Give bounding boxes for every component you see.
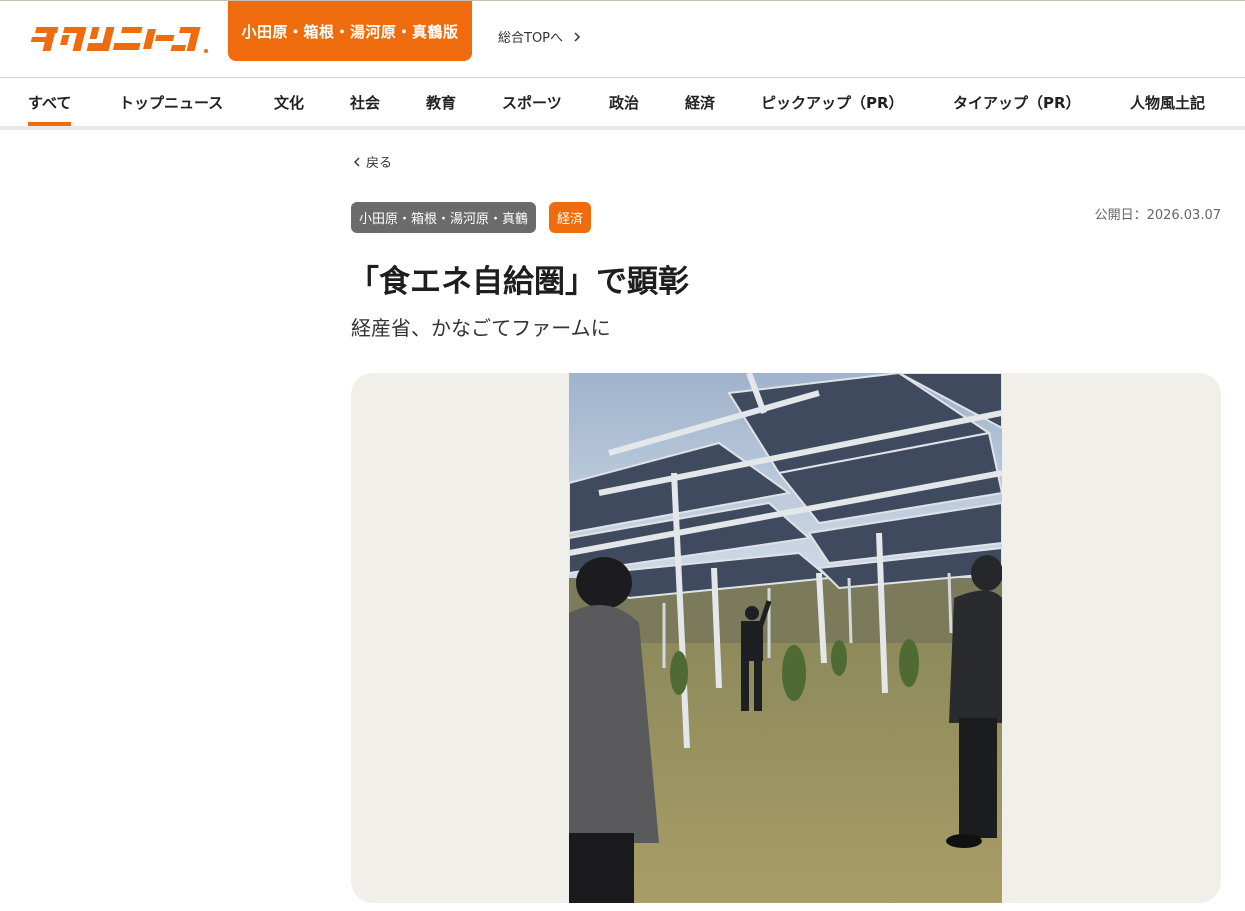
site-logo[interactable] xyxy=(28,21,210,55)
nav-item-culture[interactable]: 文化 xyxy=(274,78,304,126)
nav-label: 文化 xyxy=(274,93,305,112)
nav-label: タイアップ（PR） xyxy=(953,93,1081,112)
nav-label: 政治 xyxy=(609,93,640,112)
article-photo-frame xyxy=(351,373,1221,903)
nav-item-politics[interactable]: 政治 xyxy=(609,78,639,126)
nav-item-society[interactable]: 社会 xyxy=(350,78,380,126)
category-tag[interactable]: 経済 xyxy=(549,202,592,233)
article-tags: 小田原・箱根・湯河原・真鶴 経済 xyxy=(351,202,592,233)
nav-item-pickup[interactable]: ピックアップ（PR） xyxy=(761,78,904,126)
article-photo[interactable] xyxy=(569,373,1002,903)
category-nav: すべて トップニュース 文化 社会 教育 スポーツ 政治 経済 ピックアップ（P… xyxy=(0,78,1245,126)
edition-badge[interactable]: 小田原・箱根・湯河原・真鶴版 xyxy=(228,1,472,61)
nav-item-top-news[interactable]: トップニュース xyxy=(119,78,223,126)
logo-image xyxy=(30,27,208,53)
back-link[interactable]: 戻る xyxy=(352,152,392,171)
nav-item-tieup[interactable]: タイアップ（PR） xyxy=(953,78,1081,126)
nav-bottom-border xyxy=(0,126,1245,130)
nav-label: すべて xyxy=(28,93,72,112)
nav-item-sports[interactable]: スポーツ xyxy=(502,78,562,126)
article-title: 「食エネ自給圏」で顕彰 xyxy=(348,264,689,300)
nav-label: スポーツ xyxy=(502,93,562,112)
area-tag[interactable]: 小田原・箱根・湯河原・真鶴 xyxy=(351,202,537,233)
nav-label: 社会 xyxy=(350,93,381,112)
solar-farm-photo xyxy=(569,373,1002,903)
nav-item-economy[interactable]: 経済 xyxy=(685,78,715,126)
chevron-right-icon xyxy=(574,31,581,42)
nav-item-people[interactable]: 人物風土記 xyxy=(1130,78,1205,126)
nav-label: 人物風土記 xyxy=(1130,93,1206,112)
nav-item-education[interactable]: 教育 xyxy=(426,78,456,126)
article-subtitle: 経産省、かなごてファームに xyxy=(351,316,611,340)
publish-date: 公開日：2026.03.07 xyxy=(1094,208,1221,223)
top-link[interactable]: 総合TOPへ xyxy=(498,27,583,46)
site-header: 小田原・箱根・湯河原・真鶴版 総合TOPへ xyxy=(0,1,1245,77)
nav-item-all[interactable]: すべて xyxy=(28,78,72,126)
chevron-left-icon xyxy=(354,157,360,166)
nav-label: 教育 xyxy=(426,93,457,112)
back-label: 戻る xyxy=(366,156,393,171)
nav-label: トップニュース xyxy=(119,93,224,112)
nav-label: 経済 xyxy=(685,93,716,112)
nav-label: ピックアップ（PR） xyxy=(761,93,904,112)
top-link-label: 総合TOPへ xyxy=(498,31,564,46)
